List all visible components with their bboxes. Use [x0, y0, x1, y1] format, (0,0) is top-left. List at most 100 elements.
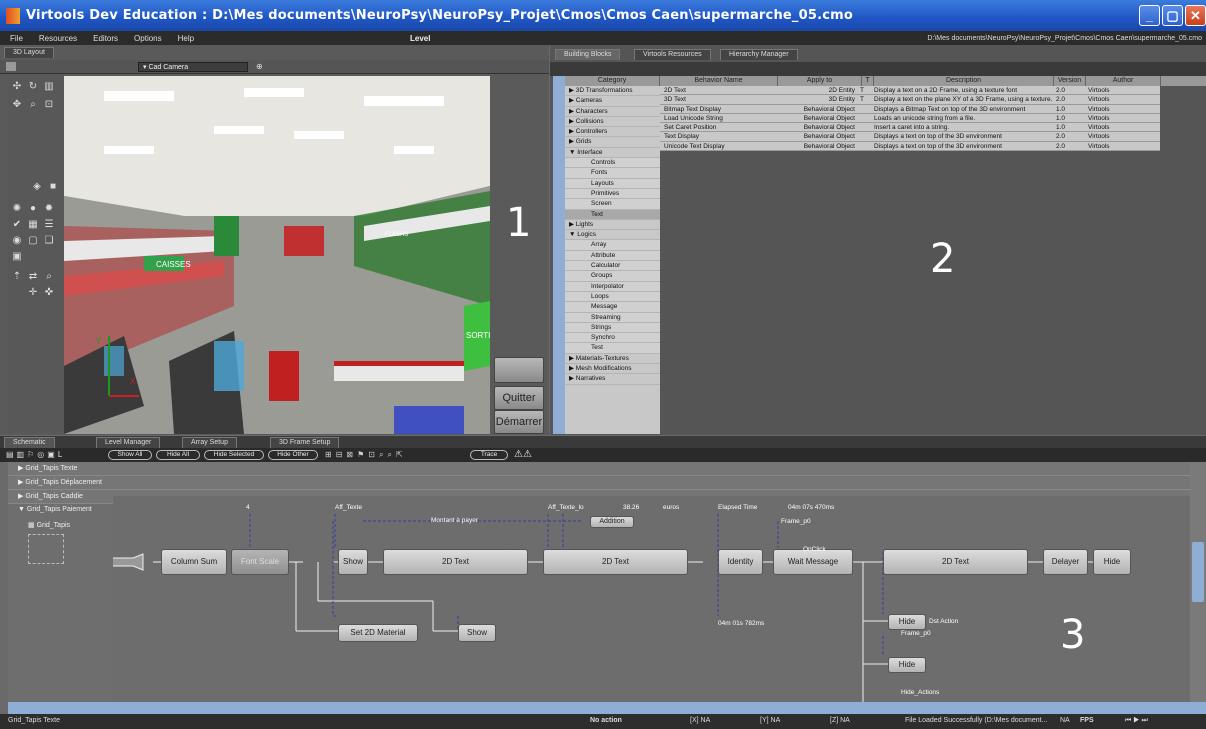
- category-item[interactable]: ▶ Cameras: [565, 96, 660, 107]
- camera-dropdown[interactable]: ▾ Cad Camera: [138, 62, 248, 72]
- category-item[interactable]: ▶ Mesh Modifications: [565, 364, 660, 375]
- category-item[interactable]: ▶ Controllers: [565, 127, 660, 138]
- tab-3d-layout[interactable]: 3D Layout: [4, 47, 54, 58]
- layout-menu-icon[interactable]: [6, 62, 16, 71]
- col-t[interactable]: T: [862, 76, 874, 86]
- param-dst-action[interactable]: Dst Action: [929, 618, 958, 625]
- behavior-row[interactable]: 3D Text 3D Entity T Display a text on the p…: [660, 95, 1160, 105]
- param-euros[interactable]: euros: [663, 504, 679, 511]
- category-item[interactable]: ▶ Grids: [565, 137, 660, 148]
- identity-block[interactable]: Identity: [718, 549, 763, 575]
- bb-scrollbar[interactable]: [553, 76, 565, 434]
- zoom-icon[interactable]: ⌕: [28, 100, 38, 110]
- param-4[interactable]: 4: [246, 504, 250, 511]
- move-icon[interactable]: ✣: [12, 82, 22, 92]
- 2d-text-block-1[interactable]: 2D Text: [383, 549, 528, 575]
- category-item[interactable]: Controls: [565, 158, 660, 169]
- behavior-row[interactable]: Unicode Text Display Behavioral Object Dis…: [660, 141, 1160, 152]
- addition-block[interactable]: Addition: [590, 516, 634, 528]
- category-item[interactable]: ▶ Lights: [565, 220, 660, 231]
- behavior-row[interactable]: 2D Text 2D Entity T Display a text on a 2D …: [660, 86, 1160, 96]
- pin-icon[interactable]: ⊕: [256, 62, 266, 72]
- blank-button[interactable]: [494, 357, 544, 383]
- category-item[interactable]: ▶ Collisions: [565, 117, 660, 128]
- show-block-1[interactable]: Show: [338, 549, 368, 575]
- 3d-viewport[interactable]: CAISSES FLASHS SORTIE Y X: [64, 76, 490, 434]
- category-item[interactable]: Message: [565, 302, 660, 313]
- param-frame-p0[interactable]: Frame_p0: [781, 518, 811, 525]
- gear-icon[interactable]: ✹: [44, 204, 54, 214]
- cross2-icon[interactable]: ✜: [44, 288, 54, 298]
- tab-level-manager[interactable]: Level Manager: [96, 437, 161, 448]
- font-scale-block[interactable]: Font Scale: [231, 549, 289, 575]
- col-apply-to[interactable]: Apply to: [778, 76, 862, 86]
- category-item[interactable]: ▶ Materials-Textures: [565, 354, 660, 365]
- grid-icon[interactable]: ▦: [28, 220, 38, 230]
- col-author[interactable]: Author: [1086, 76, 1161, 86]
- param-value[interactable]: 38.26: [623, 504, 639, 511]
- category-item[interactable]: Layouts: [565, 178, 660, 189]
- bb-search-bar[interactable]: [550, 62, 1206, 76]
- category-item[interactable]: Calculator: [565, 261, 660, 272]
- param-frame-p0-2[interactable]: Frame_p0: [901, 630, 931, 637]
- arrows-icon[interactable]: ⇄: [28, 272, 38, 282]
- schematic-horizontal-scrollbar[interactable]: [8, 702, 1206, 714]
- category-item[interactable]: Primitives: [565, 188, 660, 200]
- category-item[interactable]: Fonts: [565, 168, 660, 179]
- maximize-button[interactable]: ▢: [1162, 5, 1183, 26]
- schematic-view-icons[interactable]: ⊞⊟⊠⚑⊡⌕⌕⇱: [325, 450, 475, 460]
- rotate-icon[interactable]: ↻: [28, 82, 38, 92]
- hide-block-2[interactable]: Hide: [888, 614, 926, 630]
- script-row-deplacement[interactable]: ▶ Grid_Tapis Déplacement: [8, 476, 1206, 490]
- param-elapsed[interactable]: Elapsed Time: [718, 504, 757, 511]
- check-icon[interactable]: ✔: [12, 220, 22, 230]
- param-aff-texte-lo[interactable]: Aff_Texte_lo: [548, 504, 584, 511]
- category-item[interactable]: Interpolator: [565, 281, 660, 292]
- param-montant[interactable]: Montant à payer: [431, 517, 478, 524]
- box-icon[interactable]: ▢: [28, 236, 38, 246]
- category-item[interactable]: Text: [565, 209, 660, 220]
- script-row-texte[interactable]: ▶ Grid_Tapis Texte: [8, 462, 1206, 476]
- category-item[interactable]: Synchro: [565, 333, 660, 344]
- warning-icons[interactable]: ⚠⚠: [514, 449, 544, 461]
- hide-block-3[interactable]: Hide: [888, 657, 926, 673]
- frame-icon[interactable]: ⊡: [44, 100, 54, 110]
- menu-resources[interactable]: Resources: [39, 34, 77, 43]
- behavior-row[interactable]: Text Display Behavioral Object Displays a …: [660, 132, 1160, 142]
- behavior-row[interactable]: Set Caret Position Behavioral Object Inser…: [660, 123, 1160, 133]
- save-icon[interactable]: ▣: [12, 252, 22, 262]
- behavior-row[interactable]: Bitmap Text Display Behavioral Object Disp…: [660, 104, 1160, 114]
- menu-options[interactable]: Options: [134, 34, 162, 43]
- column-sum-block[interactable]: Column Sum: [161, 549, 227, 575]
- 2d-text-block-3[interactable]: 2D Text: [883, 549, 1028, 575]
- category-item[interactable]: Groups: [565, 271, 660, 282]
- start-button[interactable]: Démarrer: [494, 410, 544, 434]
- menu-file[interactable]: File: [10, 34, 23, 43]
- layers-icon[interactable]: ❏: [44, 236, 54, 246]
- tab-building-blocks[interactable]: Building Blocks: [555, 49, 621, 60]
- sub-script-label[interactable]: ▦ Grid_Tapis: [28, 521, 70, 529]
- show-all-button[interactable]: Show All: [108, 450, 152, 460]
- trace-button[interactable]: Trace: [470, 450, 508, 460]
- category-item[interactable]: ▶ Narratives: [565, 374, 660, 385]
- list-icon[interactable]: ☰: [44, 220, 54, 230]
- magnify-icon[interactable]: ⌕: [44, 272, 54, 282]
- param-hide-actions[interactable]: Hide_Actions: [901, 689, 939, 696]
- tab-3d-frame-setup[interactable]: 3D Frame Setup: [270, 437, 340, 448]
- category-item[interactable]: Loops: [565, 291, 660, 303]
- eye-icon[interactable]: ◈: [32, 182, 42, 192]
- menu-editors[interactable]: Editors: [93, 34, 118, 43]
- category-item[interactable]: Streaming: [565, 312, 660, 323]
- category-item[interactable]: Array: [565, 240, 660, 251]
- playback-controls[interactable]: ⏮▶⏭: [1125, 717, 1150, 725]
- delayer-block[interactable]: Delayer: [1043, 549, 1088, 575]
- quit-button[interactable]: Quitter: [494, 386, 544, 410]
- behavior-graph[interactable]: Column Sum Font Scale Show 2D Text 2D Te…: [113, 496, 1190, 702]
- col-version[interactable]: Version: [1054, 76, 1086, 86]
- arrow-up-icon[interactable]: ⇡: [12, 272, 22, 282]
- cross-icon[interactable]: ✛: [28, 288, 38, 298]
- tab-array-setup[interactable]: Array Setup: [182, 437, 237, 448]
- col-category[interactable]: Category: [565, 76, 660, 86]
- category-item[interactable]: ▶ 3D Transformations: [565, 86, 660, 97]
- category-item[interactable]: Test: [565, 343, 660, 354]
